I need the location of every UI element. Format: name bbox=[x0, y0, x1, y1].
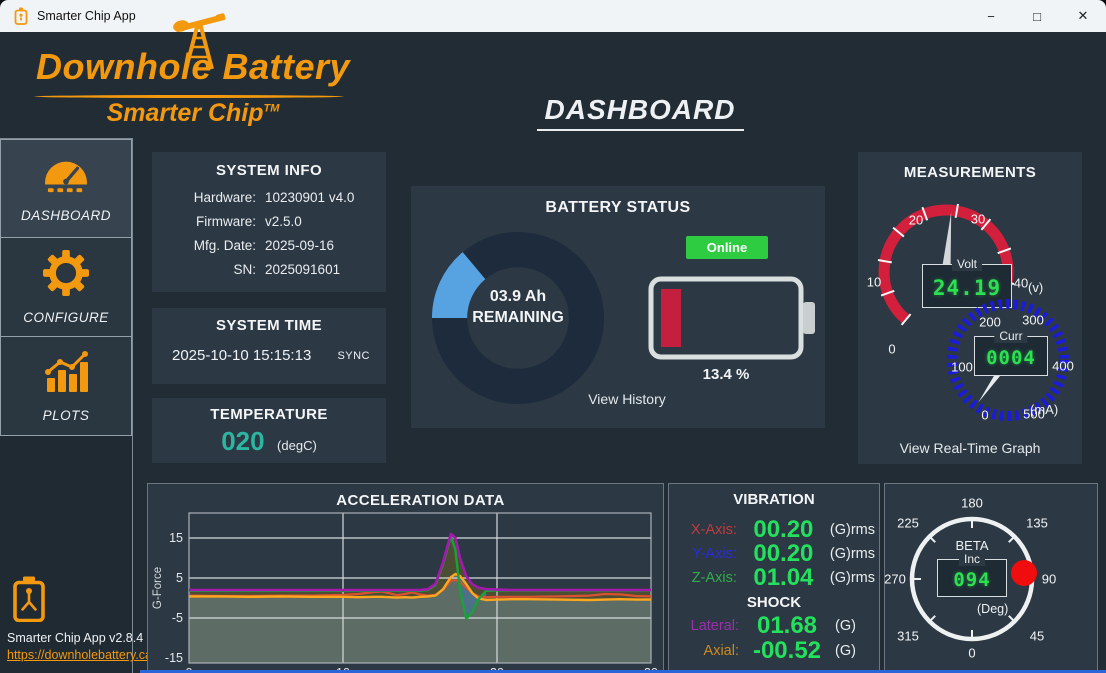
window-title: Smarter Chip App bbox=[37, 9, 136, 23]
app-battery-icon bbox=[14, 7, 28, 25]
temperature-panel: TEMPERATURE 020 (degC) bbox=[152, 398, 386, 463]
system-info-rows: Hardware:10230901 v4.0 Firmware:v2.5.0 M… bbox=[162, 186, 376, 282]
sidebar: DASHBOARD bbox=[0, 138, 133, 673]
curr-tick: 0 bbox=[981, 408, 988, 423]
vibration-title: VIBRATION bbox=[669, 491, 879, 508]
beta-status-dot bbox=[1011, 560, 1037, 586]
minimize-button[interactable]: − bbox=[968, 0, 1014, 32]
app-version: Smarter Chip App v2.8.4 bbox=[7, 631, 143, 645]
temperature-unit: (degC) bbox=[277, 438, 317, 453]
acceleration-panel: ACCELERATION DATA 155-5-150102030G-Force bbox=[147, 483, 664, 673]
system-time-panel: SYSTEM TIME 2025-10-10 15:15:13 SYNC bbox=[152, 308, 386, 384]
beta-tick: 90 bbox=[1042, 572, 1056, 587]
curr-tick: 100 bbox=[951, 360, 973, 375]
window-controls: − □ ✕ bbox=[968, 0, 1106, 32]
status-badge: Online bbox=[686, 236, 768, 259]
beta-tick: 225 bbox=[897, 516, 919, 531]
info-row-sn: SN:2025091601 bbox=[162, 258, 376, 282]
logo-line2: Smarter ChipTM bbox=[28, 99, 358, 128]
svg-text:15: 15 bbox=[169, 531, 183, 545]
svg-text:5: 5 bbox=[176, 571, 183, 585]
beta-name: BETA bbox=[885, 538, 1059, 553]
measurements-panel: MEASUREMENTS 0 10 20 30 40 Volt 24.19 (v… bbox=[858, 152, 1082, 464]
beta-inc-label: Inc bbox=[959, 552, 985, 566]
beta-tick: 315 bbox=[897, 629, 919, 644]
view-realtime-graph-link[interactable]: View Real-Time Graph bbox=[858, 440, 1082, 456]
shock-row-axial: Axial: -00.52 (G) bbox=[669, 637, 875, 665]
sidebar-item-label: PLOTS bbox=[43, 408, 90, 423]
temperature-value: 020 bbox=[221, 426, 264, 456]
battery-level-icon bbox=[648, 276, 818, 360]
shock-row-lateral: Lateral: 01.68 (G) bbox=[669, 612, 875, 640]
volt-label: Volt bbox=[952, 257, 982, 271]
svg-text:-15: -15 bbox=[165, 651, 183, 665]
maximize-button[interactable]: □ bbox=[1014, 0, 1060, 32]
gauge-icon bbox=[41, 154, 91, 199]
website-link[interactable]: https://downholebattery.ca bbox=[7, 648, 152, 662]
logo-underline bbox=[34, 95, 344, 98]
current-value: 0004 bbox=[975, 347, 1047, 369]
beta-inclination-panel: 180 225 135 270 90 315 45 0 BETA Inc 094… bbox=[884, 483, 1098, 673]
view-history-link[interactable]: View History bbox=[411, 391, 825, 407]
svg-text:-5: -5 bbox=[172, 611, 183, 625]
header: Downhole Battery Smarter ChipTM DASHBOAR… bbox=[0, 32, 1106, 138]
sidebar-item-label: DASHBOARD bbox=[21, 208, 111, 223]
info-row-mfg-date: Mfg. Date:2025-09-16 bbox=[162, 234, 376, 258]
current-unit: (mA) bbox=[1030, 402, 1058, 417]
current-label: Curr bbox=[994, 329, 1027, 343]
close-button[interactable]: ✕ bbox=[1060, 0, 1106, 32]
battery-remaining-label: REMAINING bbox=[430, 307, 606, 328]
page-title: DASHBOARD bbox=[480, 94, 800, 131]
system-info-panel: SYSTEM INFO Hardware:10230901 v4.0 Firmw… bbox=[152, 152, 386, 292]
gear-icon bbox=[43, 250, 89, 301]
volt-tick: 20 bbox=[909, 213, 923, 228]
measurements-title: MEASUREMENTS bbox=[858, 164, 1082, 181]
battery-status-panel: BATTERY STATUS 03.9 Ah REMAINING Online … bbox=[411, 186, 825, 428]
volt-tick: 30 bbox=[971, 212, 985, 227]
svg-text:G-Force: G-Force bbox=[152, 567, 164, 609]
beta-tick: 45 bbox=[1030, 629, 1044, 644]
title-bar: Smarter Chip App − □ ✕ bbox=[0, 0, 1106, 32]
beta-unit: (Deg) bbox=[977, 602, 1008, 616]
volt-tick: 0 bbox=[888, 342, 895, 357]
temperature-title: TEMPERATURE bbox=[152, 406, 386, 423]
beta-tick: 270 bbox=[884, 572, 906, 587]
info-row-hardware: Hardware:10230901 v4.0 bbox=[162, 186, 376, 210]
beta-tick: 135 bbox=[1026, 516, 1048, 531]
curr-tick: 400 bbox=[1052, 359, 1074, 374]
vibration-row-z: Z-Axis: 01.04 (G)rms bbox=[669, 564, 875, 592]
battery-remaining-ah: 03.9 Ah bbox=[430, 286, 606, 307]
beta-value: 094 bbox=[938, 569, 1006, 591]
oil-derrick-icon bbox=[170, 11, 228, 78]
battery-percent: 13.4 % bbox=[648, 366, 804, 383]
trademark: TM bbox=[264, 103, 280, 115]
sidebar-item-dashboard[interactable]: DASHBOARD bbox=[0, 139, 132, 238]
system-info-title: SYSTEM INFO bbox=[152, 162, 386, 179]
sidebar-item-configure[interactable]: CONFIGURE bbox=[0, 238, 132, 337]
bar-chart-icon bbox=[42, 350, 90, 399]
footer-battery-icon bbox=[12, 576, 46, 627]
system-time-value: 2025-10-10 15:15:13 bbox=[172, 347, 311, 364]
acceleration-chart: 155-5-150102030G-Force bbox=[148, 484, 664, 673]
logo: Downhole Battery Smarter ChipTM bbox=[28, 38, 358, 138]
vibration-panel: VIBRATION X-Axis: 00.20 (G)rms Y-Axis: 0… bbox=[668, 483, 880, 673]
app-window: Smarter Chip App − □ ✕ Downhole Battery bbox=[0, 0, 1106, 673]
info-row-firmware: Firmware:v2.5.0 bbox=[162, 210, 376, 234]
battery-status-title: BATTERY STATUS bbox=[411, 199, 825, 217]
volt-tick: 10 bbox=[867, 275, 881, 290]
temperature-reading: 020 (degC) bbox=[152, 426, 386, 457]
curr-tick: 200 bbox=[979, 315, 1001, 330]
curr-tick: 300 bbox=[1022, 313, 1044, 328]
sidebar-item-label: CONFIGURE bbox=[23, 310, 109, 325]
beta-tick: 180 bbox=[961, 496, 983, 511]
current-display: Curr 0004 bbox=[974, 336, 1048, 376]
shock-title: SHOCK bbox=[669, 594, 879, 611]
sidebar-item-plots[interactable]: PLOTS bbox=[0, 337, 132, 436]
battery-remaining: 03.9 Ah REMAINING bbox=[430, 286, 606, 328]
beta-display: Inc 094 bbox=[937, 559, 1007, 597]
beta-tick: 0 bbox=[968, 646, 975, 661]
system-time-title: SYSTEM TIME bbox=[152, 317, 386, 334]
sync-button[interactable]: SYNC bbox=[337, 350, 370, 362]
